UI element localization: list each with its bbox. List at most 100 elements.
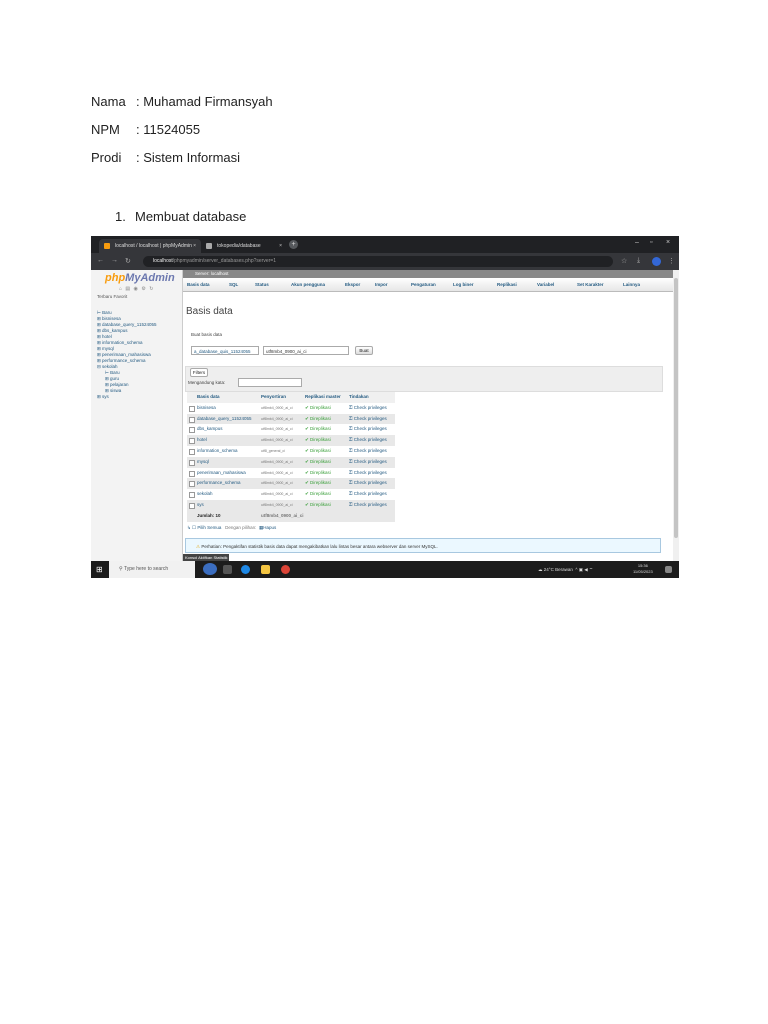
row-checkbox[interactable] bbox=[189, 438, 195, 445]
notice-box: ⚠ Perhatian: Pengaktifan statistik basis… bbox=[185, 538, 661, 553]
menu-settings[interactable]: Pengaturan bbox=[411, 278, 436, 291]
reload-icon[interactable]: ↻ bbox=[125, 257, 131, 265]
close-icon[interactable]: × bbox=[279, 239, 282, 253]
tab-favorite[interactable]: Favorit bbox=[114, 294, 128, 299]
reload-nav-icon[interactable]: ↻ bbox=[149, 286, 154, 292]
console-tab[interactable]: Konsol Aktifkan Statistik bbox=[183, 554, 230, 561]
bookmark-star-icon[interactable]: ☆ bbox=[621, 257, 627, 265]
breadcrumb[interactable]: Server: localhost bbox=[183, 270, 679, 278]
maximize-icon[interactable]: ▫ bbox=[650, 239, 652, 246]
database-name-input[interactable]: a_database_quis_11524055 bbox=[191, 346, 259, 355]
back-icon[interactable]: ← bbox=[97, 257, 104, 264]
phpmyadmin-logo[interactable]: phpMyAdmin bbox=[105, 272, 175, 284]
check-privileges-link[interactable]: ⚿ Check privileges bbox=[349, 446, 387, 457]
console-label: Konsol bbox=[185, 555, 198, 560]
menu-databases[interactable]: Basis data bbox=[187, 278, 210, 291]
row-checkbox[interactable] bbox=[189, 503, 195, 509]
windows-start-icon[interactable]: ⊞ bbox=[96, 565, 103, 574]
menu-charsets[interactable]: Set Karakter bbox=[577, 278, 604, 291]
notification-icon[interactable] bbox=[665, 566, 672, 573]
db-name-link[interactable]: database_query_11524055 bbox=[197, 414, 259, 425]
db-name-link[interactable]: hotel bbox=[197, 435, 259, 446]
db-name-link[interactable]: sekolah bbox=[197, 489, 259, 500]
row-checkbox[interactable] bbox=[189, 492, 195, 499]
check-privileges-link[interactable]: ⚿ Check privileges bbox=[349, 468, 387, 479]
menu-replication[interactable]: Replikasi bbox=[497, 278, 517, 291]
check-privileges-link[interactable]: ⚿ Check privileges bbox=[349, 435, 387, 446]
filters-legend: Filters bbox=[190, 368, 208, 377]
db-name-link[interactable]: bisnisesa bbox=[197, 403, 259, 414]
weather-text[interactable]: 24°C Berawan bbox=[544, 567, 573, 572]
tree-item[interactable]: ⊞ sys bbox=[97, 394, 157, 400]
profile-avatar-icon[interactable] bbox=[652, 257, 661, 266]
row-checkbox[interactable] bbox=[189, 481, 195, 488]
check-privileges-link[interactable]: ⚿ Check privileges bbox=[349, 489, 387, 500]
filter-input[interactable] bbox=[238, 378, 302, 387]
scrollbar-thumb[interactable] bbox=[674, 278, 678, 538]
close-icon[interactable]: × bbox=[193, 239, 196, 253]
taskbar-search[interactable]: ⚲ Type here to search bbox=[109, 561, 195, 578]
collation-select[interactable]: utf8mb4_0900_ai_ci bbox=[263, 346, 349, 355]
task-view-icon[interactable] bbox=[223, 565, 232, 574]
tray-icons[interactable]: ^ ▣ ◀ ⌔ bbox=[575, 567, 593, 572]
db-name-link[interactable]: sys bbox=[197, 500, 259, 511]
menu-import[interactable]: Impor bbox=[375, 278, 388, 291]
menu-more[interactable]: Lainnya bbox=[623, 278, 640, 291]
menu-export[interactable]: Ekspor bbox=[345, 278, 360, 291]
check-privileges-link[interactable]: ⚿ Check privileges bbox=[349, 414, 387, 425]
row-checkbox[interactable] bbox=[189, 416, 195, 423]
check-privileges-link[interactable]: ⚿ Check privileges bbox=[349, 500, 387, 511]
stats-link[interactable]: Aktifkan Statistik bbox=[198, 555, 227, 560]
check-privileges-link[interactable]: ⚿ Check privileges bbox=[349, 478, 387, 489]
db-name-link[interactable]: information_schema bbox=[197, 446, 259, 457]
menu-sql[interactable]: SQL bbox=[229, 278, 238, 291]
row-checkbox[interactable] bbox=[189, 427, 195, 434]
menu-status[interactable]: Status bbox=[255, 278, 269, 291]
row-checkbox[interactable] bbox=[189, 459, 195, 466]
file-explorer-icon[interactable] bbox=[261, 565, 270, 574]
chrome-icon[interactable] bbox=[281, 565, 290, 574]
browser-tab[interactable]: tokopedia/database × bbox=[201, 239, 287, 253]
db-name-link[interactable]: performance_schema bbox=[197, 478, 259, 489]
tab-label: tokopedia/database bbox=[217, 243, 261, 249]
home-icon[interactable]: ⌂ bbox=[119, 286, 123, 292]
menu-binlog[interactable]: Log biner bbox=[453, 278, 474, 291]
menu-accounts[interactable]: Akun pengguna bbox=[291, 278, 325, 291]
db-name-link[interactable]: mysql bbox=[197, 457, 259, 468]
new-tab-icon[interactable]: + bbox=[289, 240, 298, 249]
minimize-icon[interactable]: – bbox=[635, 239, 639, 246]
col-database[interactable]: Basis data bbox=[197, 392, 220, 403]
col-action: Tindakan bbox=[349, 394, 369, 399]
row-checkbox[interactable] bbox=[189, 470, 195, 477]
select-all-checkbox[interactable]: ☐ bbox=[192, 525, 196, 530]
drop-button[interactable]: Hapus bbox=[263, 525, 276, 530]
db-name-link[interactable]: dbs_kampus bbox=[197, 424, 259, 435]
edge-icon[interactable] bbox=[241, 565, 250, 574]
menu-variables[interactable]: Variabel bbox=[537, 278, 554, 291]
select-all-link[interactable]: Pilih Semua bbox=[197, 525, 221, 530]
url-input[interactable]: localhost/phpmyadmin/server_databases.ph… bbox=[143, 256, 613, 267]
clock[interactable]: 15:36 11/05/2023 bbox=[633, 563, 653, 575]
docs-icon[interactable]: ◉ bbox=[134, 286, 139, 292]
widget-icon[interactable] bbox=[203, 563, 217, 575]
col-collation[interactable]: Penyortiran bbox=[261, 392, 286, 403]
menu-kebab-icon[interactable]: ⋮ bbox=[668, 257, 675, 265]
check-privileges-link[interactable]: ⚿ Check privileges bbox=[349, 424, 387, 435]
db-collation: utf8mb4_0900_ai_ci bbox=[261, 470, 293, 475]
create-button[interactable]: Buat bbox=[355, 346, 373, 355]
db-name-link[interactable]: penerimaan_mahasiswa bbox=[197, 468, 259, 479]
forward-icon[interactable]: → bbox=[111, 257, 118, 264]
tab-recent[interactable]: Terbaru bbox=[97, 294, 112, 299]
check-privileges-link[interactable]: ⚿ Check privileges bbox=[349, 403, 387, 414]
row-checkbox[interactable] bbox=[189, 405, 195, 412]
table-row: penerimaan_mahasiswa utf8mb4_0900_ai_ci ✔ … bbox=[187, 467, 395, 479]
field-label: Nama bbox=[91, 94, 126, 109]
close-window-icon[interactable]: × bbox=[666, 239, 670, 246]
row-checkbox[interactable] bbox=[189, 449, 195, 455]
page-scrollbar[interactable] bbox=[673, 270, 679, 561]
check-privileges-link[interactable]: ⚿ Check privileges bbox=[349, 457, 387, 468]
browser-tab-active[interactable]: localhost / localhost | phpMyAdmin × bbox=[99, 239, 201, 253]
download-icon[interactable]: ⤓ bbox=[637, 257, 640, 265]
settings-icon[interactable]: ⚙ bbox=[141, 286, 146, 292]
database-icon[interactable]: ▤ bbox=[125, 286, 131, 292]
